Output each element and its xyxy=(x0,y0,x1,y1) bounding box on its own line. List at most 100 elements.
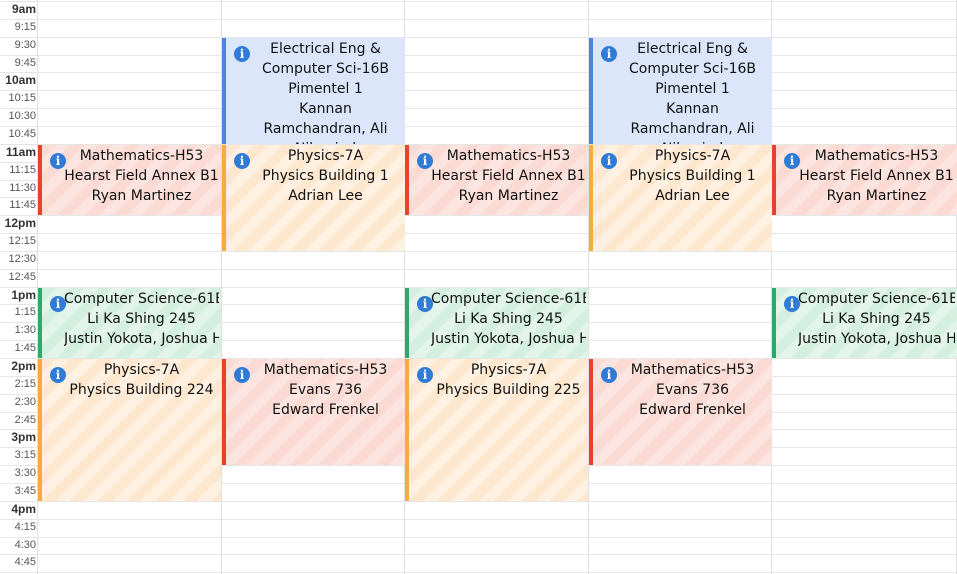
time-label: 11:45 xyxy=(9,199,36,211)
course-event-text: Physics-7A Physics Building 1 Adrian Lee xyxy=(615,145,770,206)
course-event[interactable]: i Physics-7A Physics Building 1 Adrian Lee xyxy=(589,145,772,251)
course-event-text: Electrical Eng & Computer Sci-16B Pimente… xyxy=(248,38,403,144)
course-title: Physics-7A xyxy=(470,362,547,378)
course-title: Electrical Eng & Computer Sci-16B xyxy=(262,41,389,77)
time-label: 4:30 xyxy=(14,539,36,551)
gridline xyxy=(0,501,957,502)
course-location: Evans 736 xyxy=(288,382,363,398)
course-location: Physics Building 1 xyxy=(629,168,756,184)
course-location: Physics Building 225 xyxy=(436,382,581,398)
time-label: 10am xyxy=(5,73,36,87)
course-event[interactable]: i Physics-7A Physics Building 224 xyxy=(38,359,221,501)
course-event[interactable]: i Electrical Eng & Computer Sci-16B Piment… xyxy=(222,38,405,144)
gridline xyxy=(0,572,957,573)
time-label: 12:15 xyxy=(8,235,36,247)
course-location: Li Ka Shing 245 xyxy=(454,311,563,327)
course-location: Li Ka Shing 245 xyxy=(87,311,196,327)
gridline xyxy=(0,55,957,56)
time-label: 4:45 xyxy=(14,556,36,568)
course-location: Li Ka Shing 245 xyxy=(822,311,931,327)
course-event-text: Physics-7A Physics Building 1 Adrian Lee xyxy=(248,145,403,206)
time-label: 12:45 xyxy=(8,271,36,283)
course-instructors: Kannan Ramchandran, Ali Niknejad xyxy=(263,101,388,144)
time-label: 10:45 xyxy=(8,128,36,140)
course-title: Mathematics-H53 xyxy=(79,148,204,164)
course-event-text: Mathematics-H53 Hearst Field Annex B1 Ryan… xyxy=(798,145,955,206)
course-instructors: Ryan Martinez xyxy=(826,188,927,204)
time-label: 9:45 xyxy=(14,57,36,69)
course-title: Electrical Eng & Computer Sci-16B xyxy=(629,41,756,77)
course-instructors: Edward Frenkel xyxy=(639,402,746,418)
time-label: 2pm xyxy=(11,359,36,373)
time-label: 9am xyxy=(11,2,36,16)
gridline xyxy=(0,126,957,127)
course-location: Physics Building 224 xyxy=(69,382,214,398)
course-location: Physics Building 1 xyxy=(262,168,389,184)
course-title: Computer Science-61B xyxy=(798,291,955,307)
time-label: 1:30 xyxy=(14,324,36,336)
course-event-text: Mathematics-H53 Hearst Field Annex B1 Ryan… xyxy=(431,145,586,206)
gridline xyxy=(0,519,957,520)
course-instructors: Adrian Lee xyxy=(288,188,363,204)
time-label: 12pm xyxy=(4,216,36,230)
time-label: 4pm xyxy=(11,502,36,516)
course-instructors: Ryan Martinez xyxy=(458,188,559,204)
time-label: 9:15 xyxy=(14,21,36,33)
course-event[interactable]: i Physics-7A Physics Building 225 xyxy=(405,359,588,501)
course-event[interactable]: i Mathematics-H53 Evans 736 Edward Frenkel xyxy=(222,359,405,465)
time-label: 2:30 xyxy=(14,396,36,408)
gridline xyxy=(0,215,957,216)
course-instructors: Edward Frenkel xyxy=(272,402,379,418)
gridline xyxy=(0,108,957,109)
course-location: Evans 736 xyxy=(655,382,730,398)
course-event[interactable]: i Mathematics-H53 Hearst Field Annex B1 Rya… xyxy=(405,145,588,215)
time-label: 11:30 xyxy=(9,182,36,194)
course-title: Mathematics-H53 xyxy=(263,362,388,378)
time-label: 1:45 xyxy=(14,342,36,354)
gridline xyxy=(0,19,957,20)
course-title: Physics-7A xyxy=(287,148,364,164)
time-label: 4:15 xyxy=(14,521,36,533)
gridline xyxy=(0,554,957,555)
course-title: Mathematics-H53 xyxy=(446,148,571,164)
time-label: 3:30 xyxy=(14,467,36,479)
course-instructors: Kannan Ramchandran, Ali Niknejad xyxy=(630,101,755,144)
course-event[interactable]: i Computer Science-61B Li Ka Shing 245 Just… xyxy=(405,288,588,358)
course-event-text: Computer Science-61B Li Ka Shing 245 Justi… xyxy=(798,288,955,349)
time-label: 12:30 xyxy=(8,253,36,265)
course-event[interactable]: i Physics-7A Physics Building 1 Adrian Lee xyxy=(222,145,405,251)
time-label: 11am xyxy=(5,145,36,159)
course-event-text: Computer Science-61B Li Ka Shing 245 Justi… xyxy=(64,288,219,349)
course-event-text: Mathematics-H53 Evans 736 Edward Frenkel xyxy=(615,359,770,420)
course-event[interactable]: i Computer Science-61B Li Ka Shing 245 Just… xyxy=(38,288,221,358)
time-label: 9:30 xyxy=(14,39,36,51)
time-label: 3:45 xyxy=(14,485,36,497)
course-event[interactable]: i Mathematics-H53 Hearst Field Annex B1 Rya… xyxy=(38,145,221,215)
course-instructors: Justin Yokota, Joshua Hug xyxy=(431,331,586,347)
course-event-text: Physics-7A Physics Building 225 xyxy=(431,359,586,400)
gridline xyxy=(0,269,957,270)
course-instructors: Justin Yokota, Joshua Hug xyxy=(798,331,955,347)
course-event[interactable]: i Computer Science-61B Li Ka Shing 245 Just… xyxy=(772,288,957,358)
gridline xyxy=(0,251,957,252)
course-event[interactable]: i Mathematics-H53 Hearst Field Annex B1 Rya… xyxy=(772,145,957,215)
course-event-text: Physics-7A Physics Building 224 xyxy=(64,359,219,400)
gridline xyxy=(0,90,957,91)
course-instructors: Ryan Martinez xyxy=(91,188,192,204)
gridline xyxy=(0,72,957,73)
course-title: Physics-7A xyxy=(654,148,731,164)
course-title: Computer Science-61B xyxy=(64,291,219,307)
course-location: Pimentel 1 xyxy=(655,81,730,97)
gridline xyxy=(0,37,957,38)
time-label: 1pm xyxy=(11,288,36,302)
gridline xyxy=(0,233,957,234)
time-label: 11:15 xyxy=(9,164,36,176)
time-label: 10:15 xyxy=(8,92,36,104)
course-event[interactable]: i Electrical Eng & Computer Sci-16B Piment… xyxy=(589,38,772,144)
course-location: Pimentel 1 xyxy=(288,81,363,97)
course-title: Physics-7A xyxy=(103,362,180,378)
course-event-text: Mathematics-H53 Hearst Field Annex B1 Ryan… xyxy=(64,145,219,206)
course-event[interactable]: i Mathematics-H53 Evans 736 Edward Frenkel xyxy=(589,359,772,465)
course-title: Mathematics-H53 xyxy=(630,362,755,378)
course-instructors: Justin Yokota, Joshua Hug xyxy=(64,331,219,347)
